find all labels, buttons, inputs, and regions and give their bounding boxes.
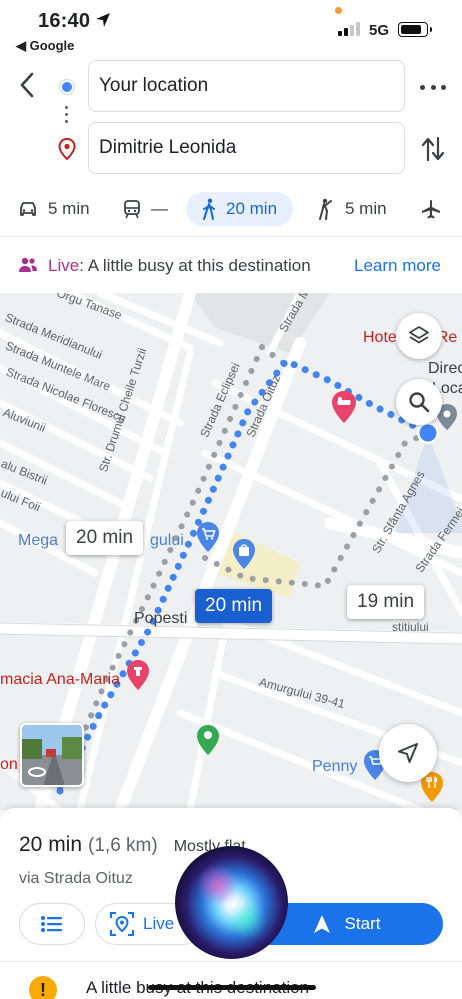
place-label: Direc	[428, 360, 462, 377]
clock: 16:40	[38, 10, 91, 32]
route-time-bubble[interactable]: 19 min	[347, 585, 425, 619]
pharmacy-pin-icon[interactable]	[126, 659, 150, 691]
back-to-app-link[interactable]: ◀ Google	[16, 38, 74, 54]
privacy-indicator-dot	[335, 7, 342, 14]
street-label: stitiului	[392, 620, 429, 634]
route-duration: 20 min	[19, 833, 83, 856]
network-type: 5G	[369, 22, 390, 39]
mode-flight[interactable]	[421, 192, 441, 226]
origin-dot-icon	[60, 80, 74, 94]
ride-icon	[319, 198, 332, 220]
start-label: Start	[344, 914, 381, 933]
mode-drive[interactable]: 5 min	[18, 192, 90, 226]
status-bar: 16:40 ◀ Google 5G	[0, 0, 462, 58]
layers-icon	[409, 326, 429, 344]
location-arrow-icon	[96, 13, 110, 27]
destination-pin-icon	[58, 138, 76, 160]
flight-icon	[422, 200, 440, 219]
search-icon	[409, 392, 430, 413]
navigation-start-icon	[313, 915, 330, 933]
swap-icon[interactable]	[420, 135, 446, 163]
mode-transit[interactable]: —	[123, 192, 168, 226]
siri-orb[interactable]	[175, 846, 288, 959]
destination-input[interactable]: Dimitrie Leonida	[88, 122, 405, 174]
live-busyness-text: Live: A little busy at this destination	[48, 256, 311, 276]
navigation-arrow-icon	[398, 743, 418, 763]
people-icon	[19, 257, 37, 272]
route-via: via Strada Oituz	[19, 870, 133, 887]
live-view-icon	[110, 912, 134, 936]
live-label: Live	[48, 256, 80, 275]
mode-walk-label: 20 min	[226, 199, 278, 218]
mode-ride[interactable]: 5 min	[317, 192, 387, 226]
park-pin-icon[interactable]	[196, 724, 220, 756]
steps-button[interactable]	[19, 903, 85, 945]
shopping-cart-pin-icon[interactable]	[196, 521, 220, 553]
signal-icon	[338, 22, 360, 36]
hotel-pin-icon[interactable]	[331, 390, 357, 424]
layers-button[interactable]	[396, 313, 442, 359]
mode-drive-label: 5 min	[48, 199, 90, 218]
map-view[interactable]: Orgu Tanase Strada Meridianului Strada M…	[0, 293, 462, 810]
live-busyness-banner: Live: A little busy at this destination …	[0, 238, 462, 293]
mode-walk[interactable]: 20 min	[186, 192, 294, 226]
walk-icon	[203, 198, 215, 220]
home-indicator[interactable]	[148, 985, 316, 990]
place-label-popesti: Popesti	[134, 610, 188, 627]
street-view-360-icon	[28, 767, 46, 777]
list-icon	[41, 916, 62, 932]
origin-input[interactable]: Your location	[88, 60, 405, 112]
place-label: on	[0, 756, 18, 773]
more-icon[interactable]	[420, 78, 446, 96]
car-icon	[20, 202, 36, 216]
street-view-thumbnail[interactable]	[20, 723, 84, 787]
shopping-bag-pin-icon[interactable]	[232, 538, 256, 570]
live-description: : A little busy at this destination	[79, 256, 311, 275]
live-view-label: Live	[143, 914, 175, 933]
place-label-penny[interactable]: Penny	[312, 758, 357, 776]
place-label-pharmacy[interactable]: macia Ana-Maria	[0, 671, 120, 689]
travel-modes: 5 min — 20 min 5 min	[0, 190, 462, 234]
warning-icon: !	[29, 976, 57, 999]
mode-ride-label: 5 min	[345, 199, 387, 218]
selected-route-time-bubble[interactable]: 20 min	[195, 589, 273, 623]
route-distance: (1,6 km)	[88, 835, 158, 856]
mode-transit-label: —	[151, 199, 168, 218]
back-arrow-icon[interactable]	[14, 70, 42, 100]
transit-icon	[124, 200, 140, 219]
route-connector	[65, 106, 68, 123]
search-along-route-button[interactable]	[396, 379, 442, 425]
recenter-button[interactable]	[379, 724, 437, 782]
place-label-mega[interactable]: Mega	[18, 532, 58, 550]
place-label: gului	[150, 532, 184, 549]
divider	[0, 961, 462, 962]
learn-more-link[interactable]: Learn more	[354, 256, 441, 276]
route-time-bubble[interactable]: 20 min	[66, 521, 144, 555]
battery-icon	[398, 22, 432, 37]
divider	[0, 236, 462, 237]
